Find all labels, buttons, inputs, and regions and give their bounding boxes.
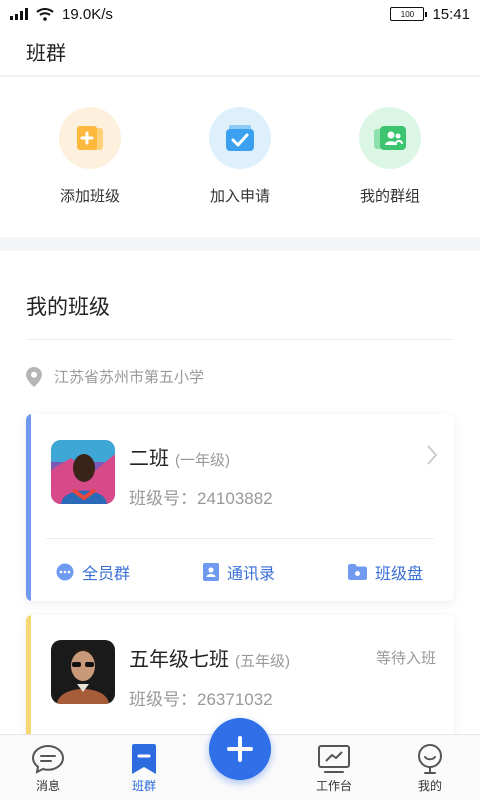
bottom-tab-bar: 消息 班群 工作台 我的 [0,718,480,800]
folder-icon [348,564,367,580]
section-title: 我的班级 [26,296,110,319]
class-number: 班级号：24103882 [129,489,273,508]
tab-label: 我的 [417,779,442,793]
cellular-signal-icon [10,8,28,20]
avatar [51,640,115,704]
contacts-button[interactable]: 通讯录 [203,560,275,584]
contacts-icon [203,563,219,581]
network-speed: 19.0K/s [62,5,113,23]
status-badge: 等待入班 [375,650,436,667]
avatar [51,440,115,504]
plus-icon [227,736,253,762]
action-label: 班级盘 [375,566,424,583]
class-name-text: 五年级七班 [129,649,229,671]
bookmark-icon [132,744,156,774]
divider [26,339,454,340]
location-text: 江苏省苏州市第五小学 [54,369,205,386]
tab-label: 消息 [35,779,60,793]
add-class-icon [59,107,121,169]
tab-label: 工作台 [315,779,352,793]
action-label: 全员群 [82,566,131,583]
tab-messages[interactable]: 消息 [18,741,78,794]
shortcut-panel: 添加班级 加入申请 我的群组 [0,77,480,237]
tab-class-groups[interactable]: 班群 [114,741,174,794]
class-card[interactable]: 二班 (一年级) 班级号：24103882 全员群 通讯录 班级盘 [26,414,454,601]
battery-level: 100 [400,9,415,19]
class-name: 二班 (一年级) [129,442,230,471]
class-name-text: 二班 [129,448,169,470]
tab-label: 班群 [131,779,156,793]
class-drive-button[interactable]: 班级盘 [348,560,423,584]
all-members-group-button[interactable]: 全员群 [56,560,130,584]
clock: 15:41 [432,5,470,23]
shortcut-join-request[interactable]: 加入申请 [180,107,300,206]
battery-icon: 100 [390,7,428,21]
tab-me[interactable]: 我的 [400,741,460,794]
my-groups-icon [359,107,421,169]
shortcut-label: 我的群组 [359,188,420,205]
status-bar: 19.0K/s 100 15:41 [0,0,480,28]
card-accent [26,414,31,601]
workbench-icon [318,745,350,773]
join-request-icon [209,107,271,169]
school-location: 江苏省苏州市第五小学 [26,366,204,387]
class-grade: (五年级) [235,653,290,670]
message-icon [31,744,65,774]
tab-workbench[interactable]: 工作台 [304,741,364,794]
location-pin-icon [26,366,42,387]
wifi-icon [36,8,54,21]
page-title: 班群 [0,28,480,76]
chat-icon [56,563,74,581]
add-button[interactable] [209,718,271,780]
shortcut-add-class[interactable]: 添加班级 [30,107,150,206]
class-grade: (一年级) [175,452,230,469]
shortcut-label: 加入申请 [209,188,270,205]
profile-icon [418,744,442,774]
class-name: 五年级七班 (五年级) [129,643,290,672]
chevron-right-icon[interactable] [426,444,438,466]
shortcut-label: 添加班级 [59,188,120,205]
card-divider [46,538,434,539]
class-number: 班级号：26371032 [129,690,273,709]
shortcut-my-groups[interactable]: 我的群组 [330,107,450,206]
action-label: 通讯录 [227,566,276,583]
